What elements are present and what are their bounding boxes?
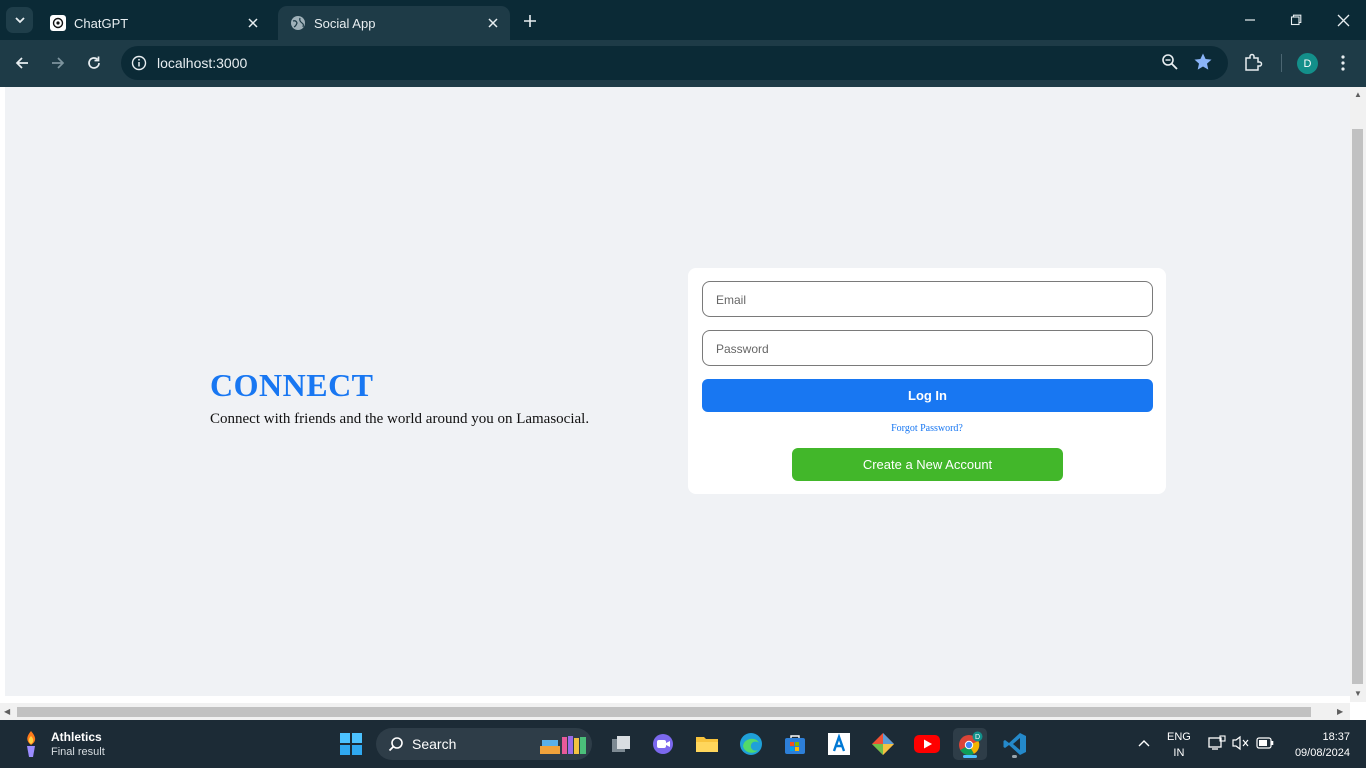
site-info-icon[interactable] <box>129 53 149 73</box>
bookmark-star-icon[interactable] <box>1193 52 1215 74</box>
windows-start-icon[interactable] <box>334 728 368 760</box>
vertical-scroll-thumb[interactable] <box>1352 129 1363 684</box>
chrome-browser-icon[interactable]: D <box>953 728 987 760</box>
profile-avatar[interactable]: D <box>1297 53 1318 74</box>
brand-logo-text: CONNECT <box>210 367 374 403</box>
scroll-down-arrow-icon[interactable]: ▼ <box>1354 690 1362 698</box>
tab-title: ChatGPT <box>74 15 129 31</box>
youtube-icon[interactable] <box>910 728 944 760</box>
task-view-icon[interactable] <box>604 728 638 760</box>
address-bar[interactable]: localhost:3000 <box>121 46 1228 80</box>
taskbar-search[interactable]: Search <box>376 728 592 760</box>
windows-taskbar: Athletics Final result Search D ENG IN 1… <box>0 720 1366 768</box>
vscode-icon[interactable] <box>998 728 1032 760</box>
active-app-indicator <box>963 755 977 758</box>
chevron-down-icon <box>14 17 25 24</box>
edge-browser-icon[interactable] <box>734 728 768 760</box>
login-card: Email Password Log In Forgot Password? C… <box>688 268 1166 494</box>
tab-chatgpt[interactable]: ChatGPT <box>38 6 270 40</box>
scroll-up-arrow-icon[interactable]: ▲ <box>1354 91 1362 99</box>
vertical-scrollbar[interactable]: ▲ ▼ <box>1350 87 1366 702</box>
password-field[interactable]: Password <box>702 330 1153 366</box>
battery-icon[interactable] <box>1256 737 1274 752</box>
email-field[interactable]: Email <box>702 281 1153 317</box>
more-menu-icon[interactable] <box>1337 52 1349 74</box>
open-app-indicator <box>1012 755 1017 758</box>
scroll-right-arrow-icon[interactable]: ▶ <box>1337 708 1343 716</box>
region-code: IN <box>1173 747 1185 759</box>
clock[interactable]: 18:37 09/08/2024 <box>1288 729 1350 761</box>
globe-icon <box>290 15 306 31</box>
tab-title: Social App <box>314 15 376 31</box>
torch-icon <box>18 729 44 759</box>
login-page: CONNECT Connect with friends and the wor… <box>5 87 1350 696</box>
close-tab-icon[interactable] <box>244 14 262 32</box>
clock-date: 09/08/2024 <box>1294 747 1350 759</box>
browser-viewport: CONNECT Connect with friends and the wor… <box>0 87 1366 720</box>
scroll-left-arrow-icon[interactable]: ◀ <box>4 708 10 716</box>
clock-time: 18:37 <box>1322 731 1350 743</box>
speaker-muted-icon[interactable] <box>1232 735 1250 754</box>
search-icon <box>388 736 404 755</box>
forgot-password-link[interactable]: Forgot Password? <box>688 423 1166 434</box>
extensions-puzzle-icon[interactable] <box>1243 52 1265 74</box>
browser-toolbar: localhost:3000 D <box>0 40 1366 87</box>
svg-text:D: D <box>975 734 980 741</box>
browser-tab-strip: ChatGPT Social App <box>0 0 1366 40</box>
chatgpt-logo-icon <box>50 15 66 31</box>
git-tool-icon[interactable] <box>866 728 900 760</box>
horizontal-scroll-thumb[interactable] <box>17 707 1311 717</box>
widget-subtitle: Final result <box>51 746 105 758</box>
microsoft-store-icon[interactable] <box>778 728 812 760</box>
login-button[interactable]: Log In <box>702 379 1153 412</box>
brand-tagline: Connect with friends and the world aroun… <box>210 411 590 427</box>
show-hidden-icons-chevron-up-icon[interactable] <box>1137 736 1151 753</box>
tab-social-app[interactable]: Social App <box>278 6 510 40</box>
search-label: Search <box>412 736 457 752</box>
azure-app-icon[interactable] <box>822 728 856 760</box>
network-icon[interactable] <box>1208 735 1226 754</box>
forward-arrow-icon[interactable] <box>46 51 70 75</box>
close-tab-icon[interactable] <box>484 14 502 32</box>
file-explorer-icon[interactable] <box>690 728 724 760</box>
new-tab-plus-icon[interactable] <box>519 10 541 32</box>
minimize-icon[interactable] <box>1238 8 1262 32</box>
create-account-button[interactable]: Create a New Account <box>792 448 1063 481</box>
back-arrow-icon[interactable] <box>10 51 34 75</box>
zoom-icon[interactable] <box>1161 53 1181 73</box>
restore-icon[interactable] <box>1284 8 1308 32</box>
language-code: ENG <box>1167 731 1191 743</box>
tab-search-button[interactable] <box>6 7 33 33</box>
toolbar-divider <box>1281 54 1282 72</box>
books-illustration-icon <box>538 734 590 759</box>
widgets-news[interactable]: Athletics Final result <box>18 726 105 762</box>
input-language-indicator[interactable]: ENG IN <box>1167 729 1191 761</box>
url-text: localhost:3000 <box>157 55 248 71</box>
chat-video-icon[interactable] <box>646 728 680 760</box>
widget-title: Athletics <box>51 730 102 744</box>
reload-icon[interactable] <box>82 51 106 75</box>
horizontal-scrollbar[interactable]: ◀ ▶ <box>0 703 1350 720</box>
close-window-icon[interactable] <box>1331 8 1355 32</box>
